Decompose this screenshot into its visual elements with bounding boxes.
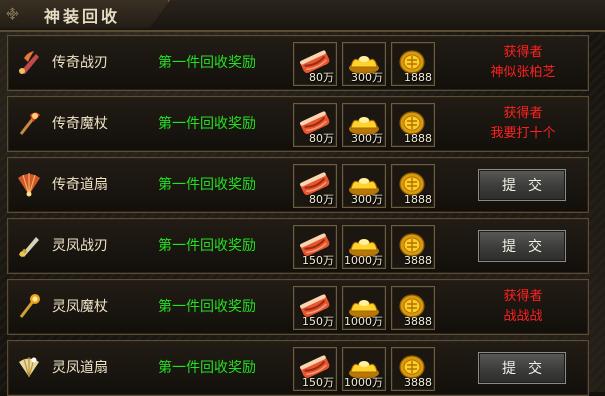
phoenix-fan-icon bbox=[16, 353, 42, 381]
reward-condition: 第一件回收奖励 bbox=[158, 55, 256, 71]
taoist-fan-icon bbox=[16, 170, 42, 198]
reward-amount: 300万 bbox=[351, 71, 383, 84]
reward-slot[interactable]: 1888 bbox=[391, 164, 435, 208]
reward-amount: 1000万 bbox=[344, 254, 383, 267]
reward-slot[interactable]: 300万 bbox=[342, 103, 386, 147]
reward-slot[interactable]: 1888 bbox=[391, 42, 435, 86]
magic-staff-icon bbox=[16, 109, 42, 137]
reward-amount: 1888 bbox=[404, 193, 432, 206]
reward-amount: 150万 bbox=[302, 315, 334, 328]
reward-slot[interactable]: 300万 bbox=[342, 164, 386, 208]
reward-slot[interactable]: 1888 bbox=[391, 103, 435, 147]
winner-info: 获得者 战战战 bbox=[474, 287, 572, 327]
reward-slot[interactable]: 80万 bbox=[293, 103, 337, 147]
reward-condition: 第一件回收奖励 bbox=[158, 360, 256, 376]
recycle-row: 传奇战刃 第一件回收奖励 80万 300万 1888 获得者神似张柏芝 bbox=[7, 35, 589, 91]
reward-slot[interactable]: 1000万 bbox=[342, 286, 386, 330]
recycle-row: 灵凤道扇 第一件回收奖励 150万 1000万 3888 提交 bbox=[7, 340, 589, 396]
reward-condition: 第一件回收奖励 bbox=[158, 299, 256, 315]
reward-amount: 80万 bbox=[309, 193, 334, 206]
winner-name: 战战战 bbox=[503, 309, 543, 324]
recycle-row: 灵凤战刃 第一件回收奖励 150万 1000万 3888 提交 bbox=[7, 218, 589, 274]
dragon-ornament-icon: ࿇ bbox=[6, 6, 19, 22]
reward-slot[interactable]: 1000万 bbox=[342, 347, 386, 391]
reward-amount: 1000万 bbox=[344, 376, 383, 389]
reward-slot[interactable]: 150万 bbox=[293, 225, 337, 269]
reward-slot[interactable]: 150万 bbox=[293, 347, 337, 391]
reward-slot[interactable]: 150万 bbox=[293, 286, 337, 330]
reward-slot[interactable]: 3888 bbox=[391, 347, 435, 391]
item-name: 灵凤道扇 bbox=[52, 360, 108, 376]
title-tab: ࿇ 神装回收 bbox=[0, 0, 170, 28]
recycle-row: 灵凤魔杖 第一件回收奖励 150万 1000万 3888 获得者战战战 bbox=[7, 279, 589, 335]
reward-condition: 第一件回收奖励 bbox=[158, 238, 256, 254]
item-name: 灵凤魔杖 bbox=[52, 299, 108, 315]
reward-amount: 1888 bbox=[404, 71, 432, 84]
winner-label: 获得者 bbox=[503, 106, 543, 121]
war-blade-icon bbox=[16, 48, 42, 76]
reward-slot[interactable]: 1000万 bbox=[342, 225, 386, 269]
reward-amount: 1000万 bbox=[344, 315, 383, 328]
reward-amount: 80万 bbox=[309, 71, 334, 84]
submit-button[interactable]: 提交 bbox=[478, 169, 566, 201]
reward-amount: 3888 bbox=[404, 254, 432, 267]
phoenix-blade-icon bbox=[16, 231, 42, 259]
recycle-row: 传奇魔杖 第一件回收奖励 80万 300万 1888 获得者我要打十个 bbox=[7, 96, 589, 152]
winner-info: 获得者 我要打十个 bbox=[474, 104, 572, 144]
submit-button[interactable]: 提交 bbox=[478, 230, 566, 262]
reward-slot[interactable]: 300万 bbox=[342, 42, 386, 86]
reward-amount: 80万 bbox=[309, 132, 334, 145]
winner-info: 获得者 神似张柏芝 bbox=[474, 43, 572, 83]
winner-label: 获得者 bbox=[503, 45, 543, 60]
reward-amount: 150万 bbox=[302, 376, 334, 389]
winner-label: 获得者 bbox=[503, 289, 543, 304]
reward-slot[interactable]: 3888 bbox=[391, 225, 435, 269]
item-name: 传奇战刃 bbox=[52, 55, 108, 71]
reward-condition: 第一件回收奖励 bbox=[158, 177, 256, 193]
panel-title: 神装回收 bbox=[44, 7, 121, 26]
submit-button[interactable]: 提交 bbox=[478, 352, 566, 384]
phoenix-staff-icon bbox=[16, 292, 42, 320]
reward-amount: 3888 bbox=[404, 376, 432, 389]
item-name: 灵凤战刃 bbox=[52, 238, 108, 254]
reward-amount: 300万 bbox=[351, 193, 383, 206]
item-name: 传奇道扇 bbox=[52, 177, 108, 193]
recycle-row: 传奇道扇 第一件回收奖励 80万 300万 1888 提交 bbox=[7, 157, 589, 213]
reward-amount: 3888 bbox=[404, 315, 432, 328]
title-bar: ࿇ 神装回收 bbox=[0, 0, 605, 32]
item-name: 传奇魔杖 bbox=[52, 116, 108, 132]
winner-name: 我要打十个 bbox=[490, 126, 556, 141]
reward-amount: 300万 bbox=[351, 132, 383, 145]
reward-amount: 150万 bbox=[302, 254, 334, 267]
reward-condition: 第一件回收奖励 bbox=[158, 116, 256, 132]
reward-slot[interactable]: 3888 bbox=[391, 286, 435, 330]
reward-slot[interactable]: 80万 bbox=[293, 42, 337, 86]
winner-name: 神似张柏芝 bbox=[490, 65, 556, 80]
reward-slot[interactable]: 80万 bbox=[293, 164, 337, 208]
reward-amount: 1888 bbox=[404, 132, 432, 145]
